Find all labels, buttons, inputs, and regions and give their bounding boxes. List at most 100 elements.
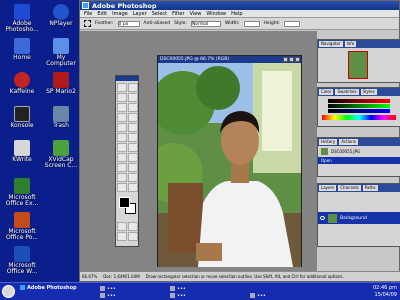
- eyedropper-tool[interactable]: [128, 173, 138, 182]
- healing-tool[interactable]: [117, 113, 127, 122]
- style-select[interactable]: Normal: [190, 20, 221, 27]
- tab-history[interactable]: History: [319, 139, 338, 145]
- dodge-tool[interactable]: [128, 143, 138, 152]
- rgb-slider-g[interactable]: [328, 104, 390, 108]
- screen-mode-button[interactable]: [117, 232, 127, 241]
- hand-tool[interactable]: [117, 183, 127, 192]
- clock[interactable]: 02:46 pm 15/04/09: [373, 285, 397, 299]
- color-swatches[interactable]: [118, 196, 136, 218]
- desktop-icon-kaffeine[interactable]: Kaffeine: [3, 72, 41, 95]
- task-item[interactable]: •••: [250, 292, 266, 299]
- desktop-icon-word[interactable]: Microsoft Office W...: [3, 246, 41, 275]
- menu-window[interactable]: Window: [206, 11, 226, 17]
- slice-tool[interactable]: [128, 103, 138, 112]
- desktop-icon-nplayer[interactable]: NPlayer: [42, 4, 80, 27]
- menu-filter[interactable]: Filter: [172, 11, 184, 17]
- desktop-icon-excel[interactable]: Microsoft Office Ex...: [3, 178, 41, 207]
- lasso-tool[interactable]: [117, 93, 127, 102]
- move-tool[interactable]: [128, 83, 138, 92]
- document-photo[interactable]: [158, 63, 301, 267]
- shape-tool[interactable]: [128, 163, 138, 172]
- start-button[interactable]: [2, 285, 15, 298]
- color-ramp[interactable]: [322, 115, 396, 120]
- home-icon: [14, 38, 30, 54]
- antialias-checkbox[interactable]: Anti-aliased: [144, 21, 171, 26]
- tab-layers[interactable]: Layers: [319, 185, 337, 191]
- gradient-tool[interactable]: [128, 133, 138, 142]
- menu-file[interactable]: File: [84, 11, 92, 17]
- maximize-icon[interactable]: [289, 57, 294, 62]
- eraser-tool[interactable]: [117, 133, 127, 142]
- rgb-slider-r[interactable]: [328, 99, 390, 103]
- quickmask-mode-button[interactable]: [128, 222, 138, 231]
- tab-info[interactable]: Info: [344, 41, 357, 47]
- fullscreen-mode-button[interactable]: [128, 232, 138, 241]
- navigator-thumbnail[interactable]: [348, 51, 368, 79]
- desktop-icon-mycomputer[interactable]: My Computer: [42, 38, 80, 67]
- menu-layer[interactable]: Layer: [133, 11, 147, 17]
- rgb-slider-b[interactable]: [328, 109, 390, 113]
- tab-navigator[interactable]: Navigator: [319, 41, 343, 47]
- desktop-icon-konsole[interactable]: Konsole: [3, 106, 41, 129]
- height-input[interactable]: [283, 20, 300, 27]
- history-snapshot[interactable]: DSC00055.JPG: [318, 146, 400, 157]
- menu-image[interactable]: Image: [112, 11, 128, 17]
- desktop-icon-photoshop[interactable]: Adobe Photosho...: [3, 4, 41, 33]
- width-input[interactable]: [243, 20, 260, 27]
- history-brush-tool[interactable]: [128, 123, 138, 132]
- task-item[interactable]: •••: [170, 292, 186, 299]
- crop-tool[interactable]: [117, 103, 127, 112]
- menu-edit[interactable]: Edit: [97, 11, 107, 17]
- tab-channels[interactable]: Channels: [338, 185, 361, 191]
- tab-paths[interactable]: Paths: [362, 185, 378, 191]
- window-icon: [170, 293, 175, 298]
- foreground-color[interactable]: [119, 197, 130, 208]
- brush-tool[interactable]: [128, 113, 138, 122]
- standard-mode-button[interactable]: [117, 222, 127, 231]
- notes-tool[interactable]: [117, 173, 127, 182]
- desktop-icon-xvidcap[interactable]: XVidCap Screen C...: [42, 140, 80, 169]
- zoom-level[interactable]: 66.67%: [82, 274, 97, 279]
- window-icon: [250, 293, 255, 298]
- photoshop-titlebar[interactable]: Adobe Photoshop: [80, 1, 399, 10]
- photoshop-window: Adobe Photoshop File Edit Image Layer Se…: [79, 0, 400, 282]
- eye-icon[interactable]: [320, 216, 325, 220]
- desktop-icon-kwrite[interactable]: KWrite: [3, 140, 41, 163]
- feather-input[interactable]: 0 px: [117, 20, 140, 27]
- path-select-tool[interactable]: [117, 153, 127, 162]
- magic-wand-tool[interactable]: [128, 93, 138, 102]
- task-item[interactable]: •••: [170, 285, 186, 292]
- status-hint: Draw rectangular selection or move selec…: [145, 274, 344, 279]
- task-item[interactable]: •••: [100, 285, 116, 292]
- desktop-icon-trash[interactable]: Trash: [42, 106, 80, 129]
- blur-tool[interactable]: [117, 143, 127, 152]
- tab-actions[interactable]: Actions: [339, 139, 358, 145]
- layer-row[interactable]: Background: [318, 212, 400, 224]
- style-label: Style:: [174, 21, 187, 26]
- nplayer-icon: [53, 4, 69, 20]
- menu-select[interactable]: Select: [152, 11, 167, 17]
- xvidcap-icon: [53, 140, 69, 156]
- desktop-icon-powerpoint[interactable]: Microsoft Office Po...: [3, 212, 41, 241]
- type-tool[interactable]: [128, 153, 138, 162]
- task-item[interactable]: •••: [100, 292, 116, 299]
- document-titlebar[interactable]: DSC00055.JPG @ 66.7% (RGB): [158, 56, 301, 63]
- pen-tool[interactable]: [117, 163, 127, 172]
- zoom-tool[interactable]: [128, 183, 138, 192]
- layer-name: Background: [340, 215, 367, 221]
- minimize-icon[interactable]: [283, 57, 288, 62]
- menu-help[interactable]: Help: [231, 11, 242, 17]
- menu-view[interactable]: View: [190, 11, 202, 17]
- task-photoshop[interactable]: Adobe Photoshop: [20, 284, 77, 291]
- close-icon[interactable]: [295, 57, 300, 62]
- desktop-icon-home[interactable]: Home: [3, 38, 41, 61]
- layers-panel: Layers Channels Paths Background: [317, 183, 400, 247]
- tab-color[interactable]: Color: [319, 89, 334, 95]
- history-item-open[interactable]: Open: [318, 157, 400, 164]
- marquee-tool[interactable]: [117, 83, 127, 92]
- stamp-tool[interactable]: [117, 123, 127, 132]
- marquee-tool-icon[interactable]: [84, 20, 91, 27]
- tab-swatches[interactable]: Swatches: [335, 89, 359, 95]
- tab-styles[interactable]: Styles: [360, 89, 377, 95]
- desktop-icon-spmario2[interactable]: SP Mario2: [42, 72, 80, 95]
